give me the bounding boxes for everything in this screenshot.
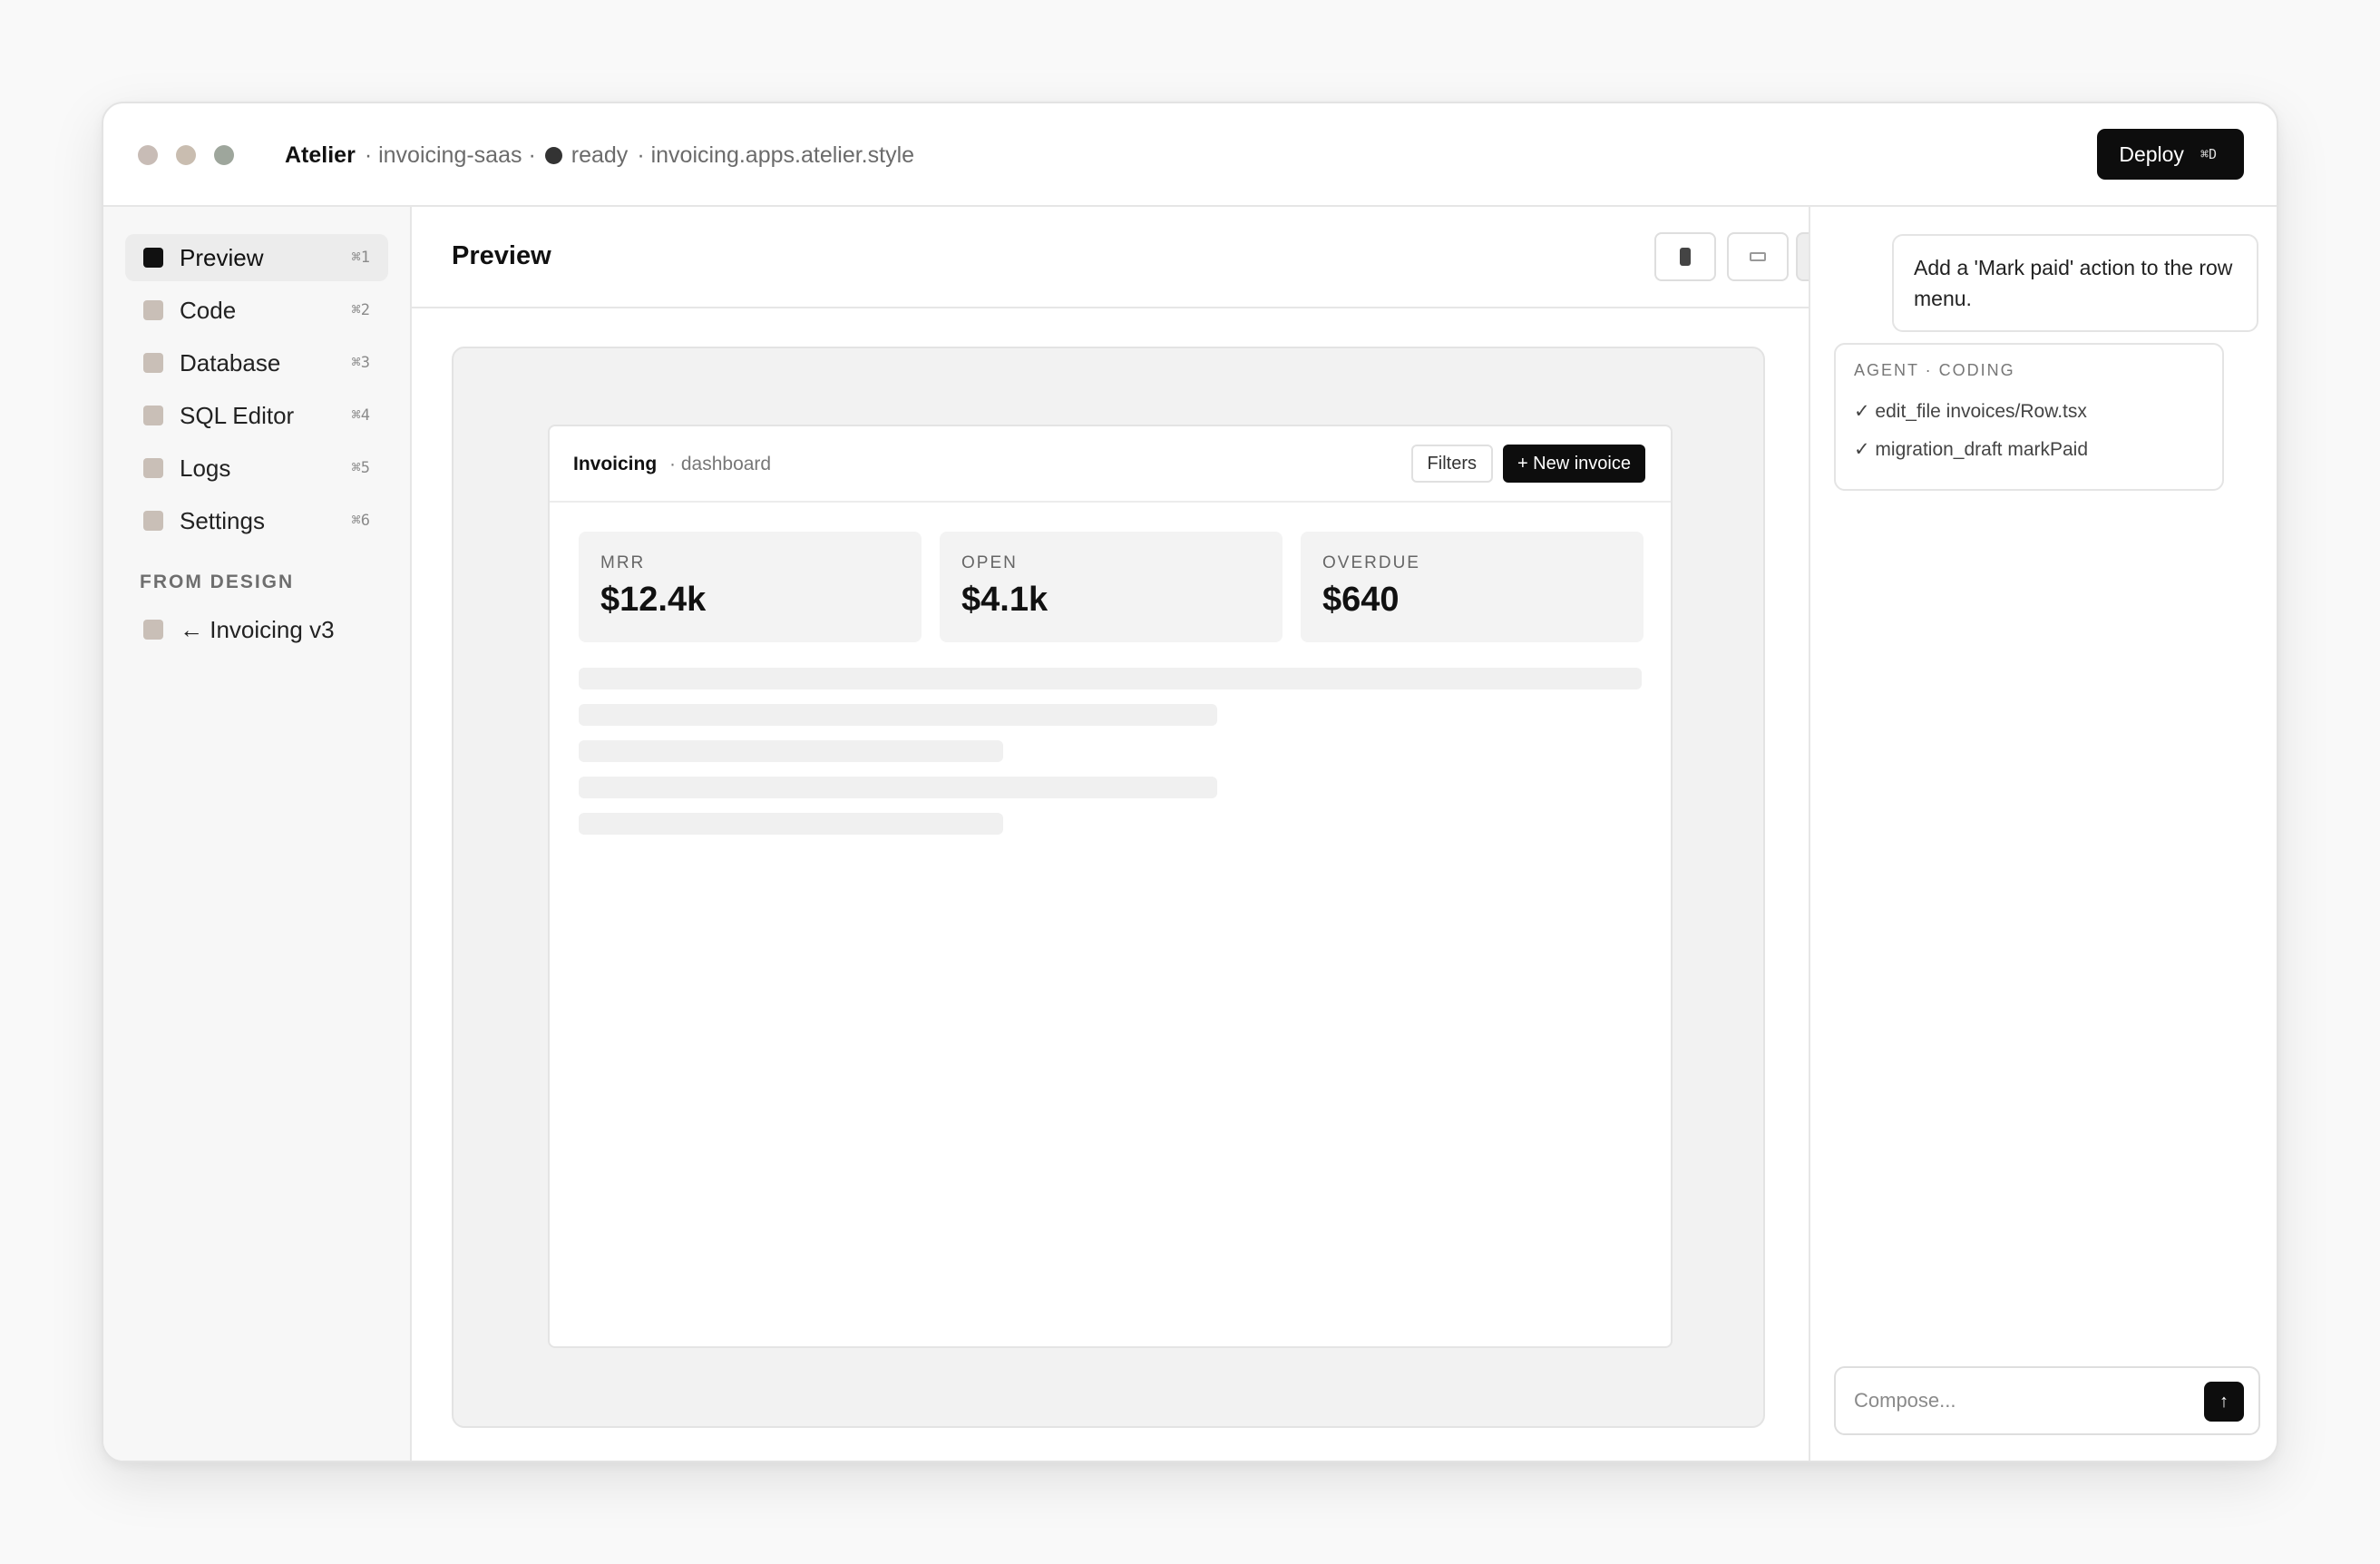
skeleton-row — [579, 777, 1217, 798]
main-header: Preview — [412, 207, 1868, 308]
sidebar-item-label: Database — [180, 348, 281, 376]
tablet-view-button[interactable] — [1727, 232, 1789, 281]
agent-step: ✓ migration_draft markPaid — [1854, 439, 2089, 460]
deploy-shortcut: ⌘D — [2200, 146, 2217, 162]
deploy-label: Deploy — [2119, 142, 2184, 166]
skeleton-row — [579, 740, 1003, 762]
stat-label: OPEN — [961, 553, 1018, 572]
stat-card-open: OPEN $4.1k — [940, 532, 1283, 642]
send-button[interactable]: ↑ — [2204, 1382, 2244, 1422]
square-icon — [143, 353, 163, 373]
sidebar-item-preview[interactable]: Preview ⌘1 — [125, 234, 388, 281]
app-preview-frame: Invoicing · dashboard Filters + New invo… — [548, 425, 1673, 1348]
arrow-up-icon: ↑ — [2219, 1391, 2229, 1412]
status-text: ready — [571, 142, 629, 168]
page-title: Preview — [452, 241, 551, 270]
minimize-window-button[interactable] — [176, 145, 196, 165]
section-label-from-design: FROM DESIGN — [140, 572, 295, 592]
skeleton-row — [579, 813, 1003, 835]
square-icon — [143, 458, 163, 478]
app-preview-header: Invoicing · dashboard Filters + New invo… — [550, 426, 1671, 503]
square-icon — [143, 511, 163, 531]
window-controls — [138, 145, 234, 165]
title-bar: Atelier · invoicing-saas · ready · invoi… — [103, 103, 2277, 207]
skeleton-row — [579, 668, 1642, 689]
app-preview-title: Invoicing · dashboard — [573, 454, 771, 475]
sidebar-item-invoicing-v3[interactable]: ← Invoicing v3 — [125, 606, 388, 653]
app-subtitle: · dashboard — [669, 454, 772, 474]
user-message: Add a 'Mark paid' action to the row menu… — [1892, 234, 2258, 332]
agent-activity-card: AGENT · CODING ✓ edit_file invoices/Row.… — [1834, 343, 2224, 491]
main-panel: Preview Invoicing · dashboard Filters + … — [412, 207, 1868, 1461]
close-window-button[interactable] — [138, 145, 158, 165]
brand-name: Atelier — [285, 142, 356, 168]
project-breadcrumb: Atelier · invoicing-saas · ready · invoi… — [285, 103, 914, 207]
sidebar-item-logs[interactable]: Logs ⌘5 — [125, 445, 388, 492]
square-icon — [143, 248, 163, 268]
stat-card-overdue: OVERDUE $640 — [1301, 532, 1644, 642]
stat-label: OVERDUE — [1322, 553, 1420, 572]
square-icon — [143, 300, 163, 320]
stat-card-mrr: MRR $12.4k — [579, 532, 922, 642]
app-window: Atelier · invoicing-saas · ready · invoi… — [102, 102, 2278, 1462]
sidebar-item-settings[interactable]: Settings ⌘6 — [125, 497, 388, 544]
shortcut-hint: ⌘1 — [351, 249, 370, 267]
compose-input[interactable] — [1838, 1370, 2186, 1432]
app-domain: · invoicing.apps.atelier.style — [637, 142, 915, 168]
sidebar-item-label: Logs — [180, 454, 231, 482]
agent-header: AGENT · CODING — [1854, 361, 2015, 379]
phone-icon — [1680, 248, 1691, 266]
sidebar-item-label: Preview — [180, 243, 264, 271]
deploy-button[interactable]: Deploy ⌘D — [2097, 129, 2244, 180]
agent-chat-panel: Add a 'Mark paid' action to the row menu… — [1809, 207, 2277, 1461]
shortcut-hint: ⌘6 — [351, 512, 370, 530]
sidebar-item-label: ← Invoicing v3 — [180, 615, 335, 643]
tablet-icon — [1750, 252, 1766, 261]
sidebar-item-database[interactable]: Database ⌘3 — [125, 339, 388, 386]
square-icon — [143, 406, 163, 425]
sidebar: Preview ⌘1 Code ⌘2 Database ⌘3 SQL Edito… — [103, 207, 412, 1461]
new-invoice-button[interactable]: + New invoice — [1502, 445, 1645, 483]
compose-box: ↑ — [1834, 1366, 2260, 1435]
filters-button[interactable]: Filters — [1410, 445, 1493, 483]
app-name: Invoicing — [573, 454, 658, 474]
agent-step: ✓ edit_file invoices/Row.tsx — [1854, 401, 2087, 422]
shortcut-hint: ⌘2 — [351, 301, 370, 319]
sidebar-item-code[interactable]: Code ⌘2 — [125, 287, 388, 334]
stats-row: MRR $12.4k OPEN $4.1k OVERDUE $640 — [579, 532, 1644, 642]
stat-label: MRR — [600, 553, 646, 572]
preview-canvas: Invoicing · dashboard Filters + New invo… — [452, 347, 1765, 1428]
sidebar-item-label: Settings — [180, 506, 265, 534]
phone-view-button[interactable] — [1654, 232, 1716, 281]
stat-value: $640 — [1322, 581, 1400, 619]
maximize-window-button[interactable] — [214, 145, 234, 165]
sidebar-item-label: Code — [180, 296, 237, 324]
stat-value: $4.1k — [961, 581, 1049, 619]
sidebar-item-sql-editor[interactable]: SQL Editor ⌘4 — [125, 392, 388, 439]
project-name: · invoicing-saas · — [364, 142, 536, 168]
shortcut-hint: ⌘4 — [351, 406, 370, 425]
shortcut-hint: ⌘3 — [351, 354, 370, 372]
square-icon — [143, 620, 163, 640]
stat-value: $12.4k — [600, 581, 707, 619]
shortcut-hint: ⌘5 — [351, 459, 370, 477]
skeleton-row — [579, 704, 1217, 726]
sidebar-item-label: SQL Editor — [180, 401, 295, 429]
status-dot-icon — [544, 146, 562, 164]
